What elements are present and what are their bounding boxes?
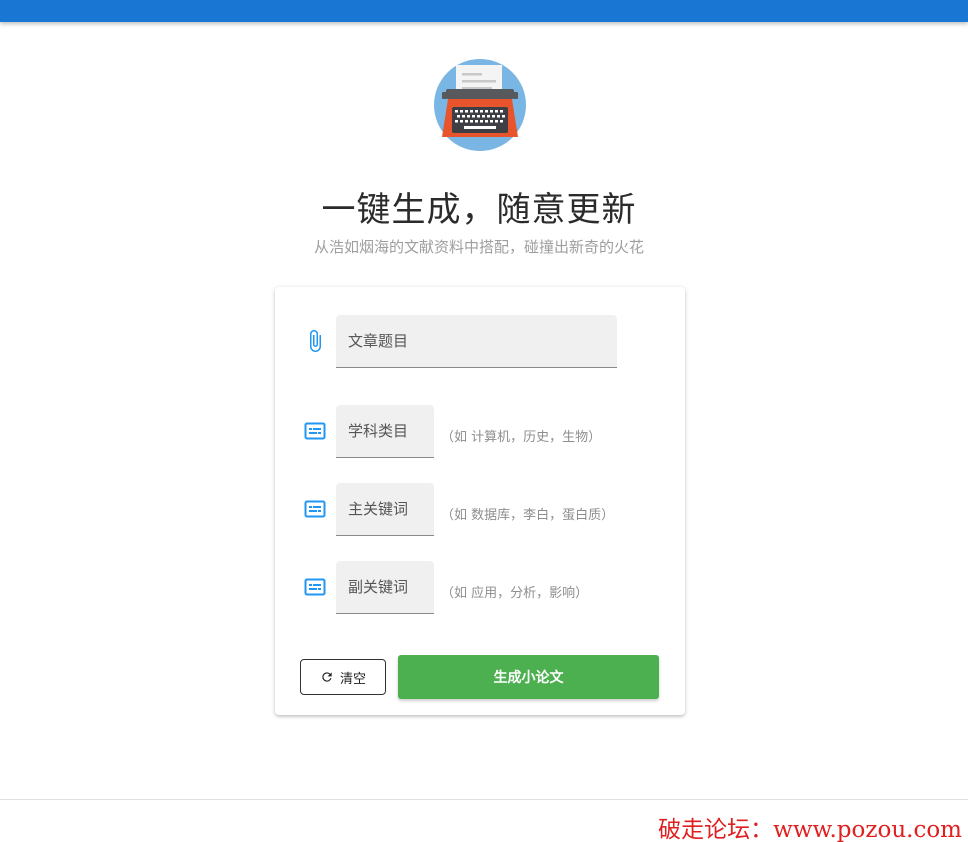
article-title-field[interactable] xyxy=(336,315,617,368)
top-app-bar xyxy=(0,0,968,22)
subtitles-icon xyxy=(304,578,326,596)
secondary-keyword-field[interactable] xyxy=(336,561,434,614)
generate-paper-button-label: 生成小论文 xyxy=(493,670,564,686)
site-watermark: 破走论坛：www.pozou.com xyxy=(658,817,962,842)
footer-divider xyxy=(0,799,968,800)
main-keyword-field[interactable] xyxy=(336,483,434,536)
clear-button-label: 清空 xyxy=(339,671,366,687)
article-title-input[interactable] xyxy=(336,315,617,367)
refresh-icon xyxy=(322,672,332,682)
page-subtitle: 从浩如烟海的文献资料中搭配，碰撞出新奇的火花 xyxy=(313,238,644,256)
subtitles-icon xyxy=(304,422,326,440)
generator-form-card: （如 计算机，历史，生物） （如 数据库，李白，蛋白质） （如 应用，分析，影响… xyxy=(275,287,685,715)
typewriter-icon xyxy=(434,59,526,151)
page-title: 一键生成，随意更新 xyxy=(321,190,637,230)
subject-category-input[interactable] xyxy=(336,405,434,457)
main-keyword-input[interactable] xyxy=(336,483,434,535)
subject-category-field[interactable] xyxy=(336,405,434,458)
secondary-keyword-input[interactable] xyxy=(336,561,434,613)
subject-category-hint: （如 计算机，历史，生物） xyxy=(441,430,602,445)
clear-button[interactable]: 清空 xyxy=(300,659,386,695)
main-keyword-hint: （如 数据库，李白，蛋白质） xyxy=(441,508,615,523)
secondary-keyword-hint: （如 应用，分析，影响） xyxy=(441,586,589,601)
subtitles-icon xyxy=(304,500,326,518)
generate-paper-button[interactable]: 生成小论文 xyxy=(398,655,659,699)
paperclip-icon xyxy=(310,330,321,352)
